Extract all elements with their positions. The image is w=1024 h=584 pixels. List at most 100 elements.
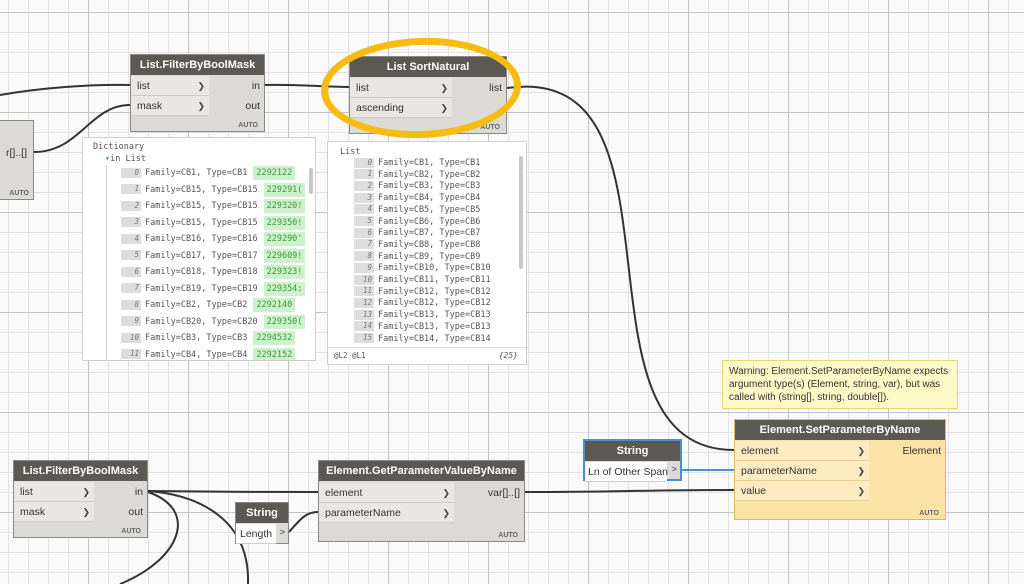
dictionary-row: 6 Family=CB18, Type=CB18 229323!	[121, 265, 306, 279]
sorted-list-row: 8 Family=CB9, Type=CB9	[354, 251, 480, 263]
scrollbar-thumb[interactable]	[519, 156, 523, 269]
row-text: Family=CB11, Type=CB11	[378, 275, 491, 285]
output-port-in[interactable]: in	[221, 76, 266, 96]
string-value-field[interactable]: Ln of Other Span	[585, 462, 668, 482]
row-text: Family=CB3, Type=CB3	[378, 181, 481, 192]
element-id[interactable]: 229320!	[263, 199, 306, 213]
chevron-right-icon: ❯	[857, 466, 865, 476]
row-index: 10	[121, 332, 141, 343]
output-port-out[interactable]: out	[221, 96, 266, 116]
sorted-list-row: 13 Family=CB13, Type=CB13	[354, 309, 491, 321]
element-id[interactable]: 229350(	[263, 314, 306, 329]
dictionary-row: 0 Family=CB1, Type=CB1 2292122	[121, 166, 296, 180]
dictionary-list: 0 Family=CB1, Type=CB1 2292122 1 Family=CB15…	[121, 166, 311, 360]
chevron-right-icon: ❯	[442, 488, 450, 498]
element-id[interactable]: 229609!	[263, 248, 306, 263]
input-port-list[interactable]: list ❯	[14, 482, 94, 502]
output-port-out[interactable]: out	[104, 502, 149, 522]
filter-by-bool-mask-bottom-node[interactable]: List.FilterByBoolMask list ❯ mask ❯ in out…	[13, 460, 148, 538]
row-index: 10	[354, 274, 374, 285]
row-text: Family=CB3, Type=CB3	[145, 333, 248, 343]
partial-node[interactable]: r[]..[] AUTO	[0, 120, 34, 200]
output-port-arrow[interactable]: >	[672, 464, 677, 474]
wire-filter-bottom-to-get-element	[147, 490, 319, 493]
row-index: 9	[121, 316, 141, 326]
preview-footer: @L2 @L1 {25}	[328, 347, 526, 364]
dictionary-row: 4 Family=CB16, Type=CB16 229290'	[121, 232, 306, 246]
chevron-right-icon: ❯	[197, 81, 205, 91]
row-index: 6	[354, 227, 374, 238]
string-value-field[interactable]: Length	[236, 524, 276, 544]
dictionary-row: 5 Family=CB17, Type=CB17 229609!	[121, 248, 306, 263]
row-text: Family=CB5, Type=CB5	[378, 204, 481, 215]
dictionary-row: 3 Family=CB15, Type=CB15 229350!	[121, 215, 306, 230]
sorted-list-row: 15 Family=CB14, Type=CB14	[354, 333, 491, 345]
row-index: 11	[354, 286, 374, 297]
sorted-list-row: 9 Family=CB10, Type=CB10	[354, 262, 491, 274]
element-id[interactable]: 2292122	[253, 166, 296, 180]
output-port-arrow[interactable]: >	[280, 527, 285, 537]
filter-by-bool-mask-top-node[interactable]: List.FilterByBoolMask list ❯ mask ❯ in out…	[130, 54, 265, 132]
lacing-label: AUTO	[238, 122, 258, 129]
input-port-element[interactable]: element ❯	[319, 483, 454, 503]
element-id[interactable]: 229350!	[263, 215, 306, 230]
row-index: 2	[121, 200, 141, 211]
row-index: 3	[354, 192, 374, 203]
sorted-list-row: 10 Family=CB11, Type=CB11	[354, 274, 491, 286]
row-text: Family=CB4, Type=CB4	[145, 349, 248, 360]
row-index: 12	[354, 297, 374, 308]
element-id[interactable]: 229290'	[263, 232, 306, 246]
string-input-node[interactable]: String Length >	[235, 502, 289, 544]
scrollbar-thumb[interactable]	[309, 168, 313, 194]
row-text: Family=CB13, Type=CB13	[378, 321, 491, 332]
element-id[interactable]: 229323!	[263, 265, 306, 279]
row-index: 0	[354, 157, 374, 168]
input-port-mask[interactable]: mask ❯	[131, 96, 209, 116]
dictionary-row: 7 Family=CB19, Type=CB19 229354:	[121, 281, 306, 296]
item-count: {25}	[498, 351, 518, 360]
element-id[interactable]: 2294532	[253, 331, 296, 345]
dictionary-row: 11 Family=CB4, Type=CB4 2292152	[121, 347, 296, 360]
element-id[interactable]: 229354:	[263, 281, 306, 296]
row-index: 7	[354, 239, 374, 250]
row-index: 8	[354, 251, 374, 262]
sorted-list-preview-bubble[interactable]: List 0 Family=CB1, Type=CB1 1 Family=CB2, T…	[327, 141, 527, 365]
row-index: 11	[121, 349, 141, 359]
row-text: Family=CB17, Type=CB17	[145, 250, 258, 261]
input-port-parametername[interactable]: parameterName ❯	[735, 461, 869, 481]
dictionary-row: 1 Family=CB15, Type=CB15 229291(	[121, 182, 306, 197]
input-port-list[interactable]: list ❯	[131, 76, 209, 96]
get-parameter-value-node[interactable]: Element.GetParameterValueByName element ❯…	[318, 460, 525, 542]
input-port-parametername[interactable]: parameterName ❯	[319, 503, 454, 523]
row-text: Family=CB15, Type=CB15	[145, 184, 258, 195]
chevron-right-icon: ❯	[857, 446, 865, 456]
row-index: 5	[121, 250, 141, 260]
row-index: 1	[121, 184, 141, 194]
row-text: Family=CB14, Type=CB14	[378, 333, 491, 344]
element-id[interactable]: 2292152	[253, 347, 296, 360]
output-port-element[interactable]: Element	[875, 441, 947, 461]
dictionary-preview-bubble[interactable]: Dictionary ▾in List 0 Family=CB1, Type=CB…	[82, 137, 316, 361]
row-index: 6	[121, 266, 141, 277]
string-input-node-selected[interactable]: String Ln of Other Span >	[583, 439, 682, 482]
sorted-list-row: 12 Family=CB12, Type=CB12	[354, 297, 491, 309]
row-index: 13	[354, 309, 374, 320]
node-title: List.FilterByBoolMask	[14, 461, 147, 481]
partial-output-port[interactable]: r[]..[]	[0, 143, 27, 163]
input-port-mask[interactable]: mask ❯	[14, 502, 94, 522]
lacing-label: AUTO	[919, 510, 939, 517]
row-text: Family=CB2, Type=CB2	[145, 300, 248, 310]
set-parameter-by-name-node[interactable]: Element.SetParameterByName element ❯ para…	[734, 419, 946, 520]
element-id[interactable]: 2292140	[253, 298, 296, 312]
output-port-in[interactable]: in	[104, 482, 149, 502]
input-port-value[interactable]: value ❯	[735, 481, 869, 501]
row-index: 4	[354, 204, 374, 215]
output-port-var[interactable]: var[]..[]	[459, 483, 526, 503]
wire-sort-to-set-element	[506, 85, 735, 451]
row-index: 0	[121, 167, 141, 178]
sorted-list-row: 1 Family=CB2, Type=CB2	[354, 169, 480, 181]
sorted-list-row: 7 Family=CB8, Type=CB8	[354, 239, 480, 251]
element-id[interactable]: 229291(	[263, 182, 306, 197]
partial-lacing: AUTO	[9, 190, 29, 197]
input-port-element[interactable]: element ❯	[735, 441, 869, 461]
